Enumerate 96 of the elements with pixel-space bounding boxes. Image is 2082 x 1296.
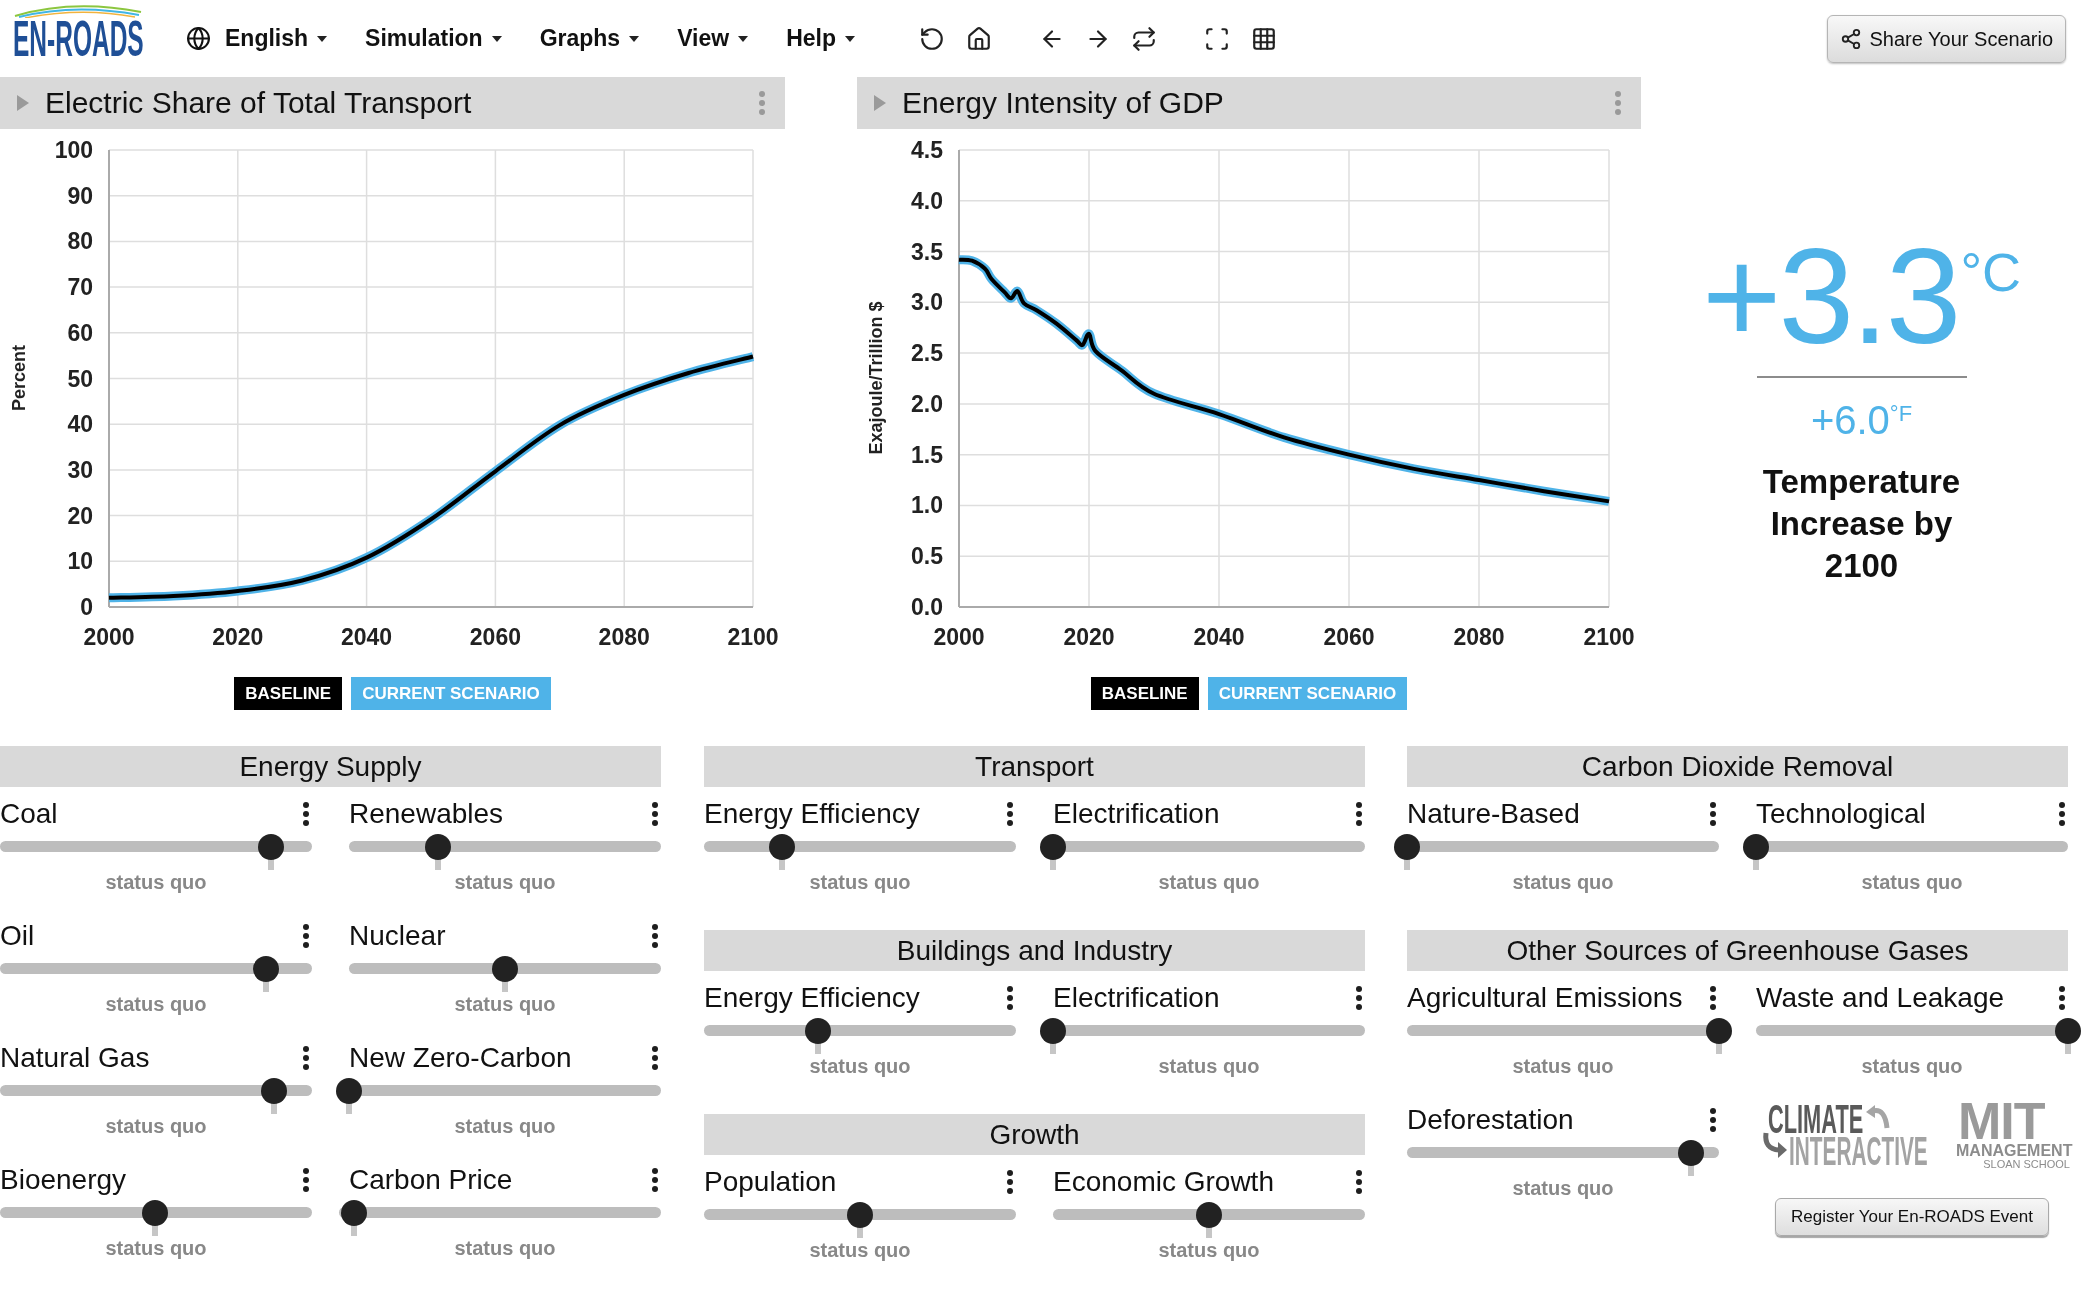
axis-tick-label: 40 bbox=[67, 411, 93, 438]
slider-caption: status quo bbox=[454, 870, 556, 895]
axis-tick-label: 20 bbox=[67, 502, 93, 529]
axis-tick-label: 30 bbox=[67, 456, 93, 483]
slider-caption: status quo bbox=[1158, 1238, 1260, 1263]
slider-caption: status quo bbox=[1512, 1054, 1614, 1079]
slider-label: Nuclear bbox=[349, 919, 446, 953]
fahrenheit-value: +6.0 bbox=[1810, 400, 1890, 440]
axis-tick-label: 2.0 bbox=[911, 390, 943, 417]
slider-label: Renewables bbox=[349, 797, 504, 831]
slider-caption: status quo bbox=[1861, 870, 1963, 895]
axis-tick-label: 10 bbox=[67, 548, 93, 575]
axis-tick-label: 90 bbox=[67, 182, 93, 209]
axis-tick-label: 100 bbox=[54, 137, 93, 163]
logo-text: CLIMATE bbox=[1768, 1104, 1864, 1134]
temperature-caption: Temperature Increase by 2100 bbox=[1761, 462, 1962, 586]
slider-caption: status quo bbox=[105, 870, 207, 895]
axis-title: Exajoule/Trillion $ bbox=[866, 301, 886, 455]
slider-label: Oil bbox=[0, 919, 35, 953]
axis-title: Percent bbox=[9, 345, 29, 411]
slider-caption: status quo bbox=[809, 870, 911, 895]
slider-label: Coal bbox=[0, 797, 58, 831]
logo-text: INTERACTIVE bbox=[1789, 1136, 1928, 1166]
temperature-value: +3.3 bbox=[1701, 228, 1959, 364]
slider-label: Energy Efficiency bbox=[704, 981, 920, 1015]
slider-label: Nature-Based bbox=[1407, 797, 1580, 831]
legend-item: BASELINE bbox=[1090, 677, 1199, 710]
slider-caption: status quo bbox=[1158, 1054, 1260, 1079]
axis-tick-label: 2.5 bbox=[911, 340, 943, 367]
axis-tick-label: 80 bbox=[67, 228, 93, 255]
section-header: Energy Supply bbox=[0, 746, 661, 787]
slider-label: Electrification bbox=[1053, 797, 1220, 831]
slider-label: Technological bbox=[1756, 797, 1926, 831]
axis-tick-label: 2080 bbox=[598, 624, 650, 650]
slider-label: Population bbox=[704, 1165, 837, 1199]
logo-text: MANAGEMENT bbox=[1956, 1145, 2073, 1157]
section-header: Carbon Dioxide Removal bbox=[1407, 746, 2068, 787]
logo-text: MIT bbox=[1958, 1102, 2045, 1140]
slider-caption: status quo bbox=[1158, 870, 1260, 895]
slider-caption: status quo bbox=[105, 992, 207, 1017]
graph-title: Electric Share of Total Transport bbox=[45, 85, 472, 121]
slider-label: Natural Gas bbox=[0, 1041, 150, 1075]
slider-caption: status quo bbox=[809, 1054, 911, 1079]
slider-caption: status quo bbox=[454, 992, 556, 1017]
axis-tick-label: 2040 bbox=[1193, 624, 1245, 650]
slider-label: Electrification bbox=[1053, 981, 1220, 1015]
axis-tick-label: 60 bbox=[67, 319, 93, 346]
slider-label: Economic Growth bbox=[1053, 1165, 1274, 1199]
slider-label: Bioenergy bbox=[0, 1163, 127, 1197]
fahrenheit-unit: °F bbox=[1889, 403, 1913, 425]
slider-caption: status quo bbox=[1512, 870, 1614, 895]
axis-tick-label: 4.0 bbox=[911, 187, 943, 214]
slider-label: Agricultural Emissions bbox=[1407, 981, 1683, 1015]
axis-tick-label: 2020 bbox=[212, 624, 264, 650]
slider-caption: status quo bbox=[454, 1236, 556, 1261]
slider-caption: status quo bbox=[105, 1114, 207, 1139]
axis-tick-label: 3.0 bbox=[911, 289, 943, 316]
section-header: Buildings and Industry bbox=[704, 930, 1365, 971]
slider-label: New Zero-Carbon bbox=[349, 1041, 572, 1075]
legend-item: BASELINE bbox=[234, 677, 343, 710]
slider-caption: status quo bbox=[1861, 1054, 1963, 1079]
legend-item: CURRENT SCENARIO bbox=[351, 677, 551, 710]
slider-label: Waste and Leakage bbox=[1756, 981, 2005, 1015]
section-header: Other Sources of Greenhouse Gases bbox=[1407, 930, 2068, 971]
logo-text: EN-ROADS bbox=[13, 20, 144, 58]
graph-title: Energy Intensity of GDP bbox=[902, 85, 1224, 121]
axis-tick-label: 50 bbox=[67, 365, 93, 392]
axis-tick-label: 2000 bbox=[933, 624, 985, 650]
temperature-unit: °C bbox=[1960, 245, 2022, 299]
axis-tick-label: 0 bbox=[80, 594, 93, 620]
axis-tick-label: 2080 bbox=[1453, 624, 1505, 650]
axis-tick-label: 3.5 bbox=[911, 238, 943, 265]
logo-text: SLOAN SCHOOL bbox=[1983, 1160, 2070, 1169]
slider-label: Energy Efficiency bbox=[704, 797, 920, 831]
slider-caption: status quo bbox=[105, 1236, 207, 1261]
slider-label: Deforestation bbox=[1407, 1103, 1574, 1137]
slider-caption: status quo bbox=[809, 1238, 911, 1263]
axis-tick-label: 0.5 bbox=[911, 543, 943, 570]
axis-tick-label: 2060 bbox=[469, 624, 521, 650]
axis-tick-label: 2020 bbox=[1063, 624, 1115, 650]
slider-label: Carbon Price bbox=[349, 1163, 513, 1197]
axis-tick-label: 4.5 bbox=[911, 137, 943, 163]
axis-tick-label: 2100 bbox=[1583, 624, 1635, 650]
axis-tick-label: 0.0 bbox=[911, 594, 943, 620]
slider-caption: status quo bbox=[1512, 1176, 1614, 1201]
legend-item: CURRENT SCENARIO bbox=[1207, 677, 1408, 710]
axis-tick-label: 2040 bbox=[341, 624, 393, 650]
slider-caption: status quo bbox=[454, 1114, 556, 1139]
axis-tick-label: 1.5 bbox=[911, 441, 943, 468]
axis-tick-label: 2100 bbox=[727, 624, 779, 650]
axis-tick-label: 2060 bbox=[1323, 624, 1375, 650]
section-header: Transport bbox=[704, 746, 1365, 787]
section-header: Growth bbox=[704, 1114, 1365, 1155]
axis-tick-label: 1.0 bbox=[911, 492, 943, 519]
axis-tick-label: 2000 bbox=[83, 624, 135, 650]
axis-tick-label: 70 bbox=[67, 274, 93, 301]
